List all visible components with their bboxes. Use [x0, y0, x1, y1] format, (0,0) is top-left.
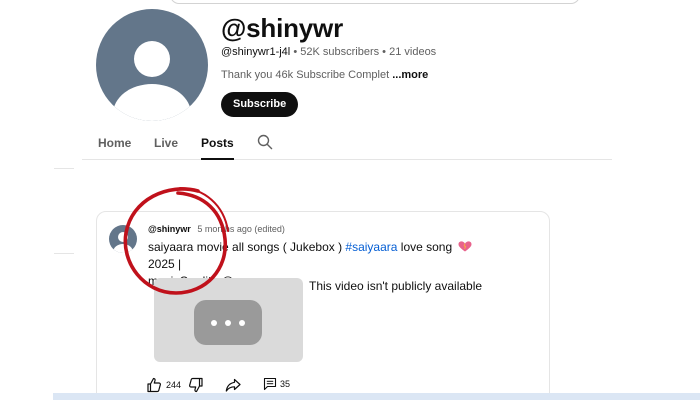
video-thumbnail[interactable] — [154, 278, 303, 362]
meta-separator: • — [293, 46, 298, 58]
thumbs-down-icon — [189, 377, 203, 393]
comment-count: 35 — [280, 379, 291, 389]
meta-separator: • — [382, 46, 387, 58]
description-text: Thank you 46k Subscribe Complet — [221, 69, 390, 81]
share-icon — [225, 378, 241, 392]
channel-meta: @shinywr1-j4l • 52K subscribers • 21 vid… — [221, 46, 436, 58]
video-unavailable-text: This video isn't publicly available — [309, 279, 483, 293]
post-text-middle: love song — [397, 240, 453, 254]
channel-description[interactable]: Thank you 46k Subscribe Complet ...more — [221, 69, 428, 81]
channel-avatar — [96, 9, 208, 121]
avatar-head-shape — [118, 232, 128, 242]
avatar-body-shape — [113, 84, 191, 121]
heart-emoji-icon — [458, 241, 471, 252]
more-link[interactable]: ...more — [392, 69, 428, 81]
search-bar-edge[interactable] — [170, 0, 580, 4]
channel-handle[interactable]: @shinywr1-j4l — [221, 46, 290, 58]
subscriber-count: 52K subscribers — [300, 46, 380, 58]
channel-tabs: Home Live Posts — [82, 130, 612, 160]
subscribe-button[interactable]: Subscribe — [221, 92, 299, 117]
comment-icon — [263, 377, 277, 391]
thumbs-up-icon — [147, 377, 161, 393]
dot-shape — [211, 320, 217, 326]
post-text-end: 2025 | — [148, 257, 182, 271]
share-button[interactable] — [225, 377, 241, 393]
sidebar-divider — [54, 168, 74, 169]
sidebar-divider — [54, 253, 74, 254]
post-header: @shinywr 5 months ago (edited) — [148, 224, 285, 234]
comments-button[interactable]: 35 — [263, 377, 290, 391]
like-count: 244 — [166, 380, 182, 390]
tab-live[interactable]: Live — [154, 136, 178, 150]
dot-shape — [239, 320, 245, 326]
dot-shape — [225, 320, 231, 326]
avatar-head-shape — [134, 41, 170, 77]
tab-home[interactable]: Home — [98, 136, 131, 150]
bottom-panel-edge — [53, 393, 700, 400]
post-text-start: saiyaara movie all songs ( Jukebox ) — [148, 240, 346, 254]
dislike-button[interactable] — [188, 377, 204, 393]
avatar-body-shape — [113, 244, 133, 253]
more-horizontal-icon — [194, 300, 262, 345]
hashtag-link[interactable]: #saiyaara — [345, 240, 397, 254]
channel-name: @shinywr — [221, 13, 344, 43]
post-author-avatar[interactable] — [109, 225, 137, 253]
tab-posts[interactable]: Posts — [201, 136, 234, 160]
video-count: 21 videos — [389, 46, 437, 58]
like-button[interactable]: 244 — [146, 377, 181, 393]
post-time[interactable]: 5 months ago (edited) — [197, 224, 285, 234]
post-author[interactable]: @shinywr — [148, 224, 191, 234]
search-icon[interactable] — [257, 134, 273, 150]
